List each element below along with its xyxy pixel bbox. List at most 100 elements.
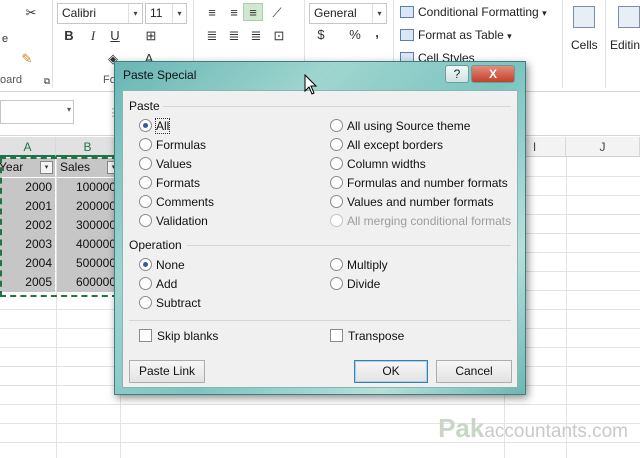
cell-sales[interactable]: 300000 [57,216,119,235]
operation-divide-label: Divide [347,277,381,291]
bold-button[interactable]: B [60,27,78,45]
currency-button[interactable]: $ [312,26,330,44]
column-header-a[interactable]: A [0,137,56,157]
name-box[interactable]: ▾ [0,100,74,124]
font-name-combo[interactable]: Calibri ▾ [57,3,143,24]
format-as-table-button[interactable]: Format as Table ▾ [400,28,512,42]
align-center-icon[interactable]: ≣ [225,27,243,45]
align-bottom-icon[interactable]: ≡ [243,3,263,21]
skip-blanks-checkbox[interactable]: Skip blanks [139,329,218,343]
align-right-icon[interactable]: ≣ [247,27,265,45]
number-format-value: General [314,6,357,20]
conditional-formatting-button[interactable]: Conditional Formatting ▾ [400,5,547,19]
cell-sales[interactable]: 500000 [57,254,119,273]
paste-all-source-theme-radio[interactable]: All using Source theme [330,119,470,133]
cell-year[interactable]: 2001 [0,197,55,216]
paste-values-number-formats-radio[interactable]: Values and number formats [330,195,494,209]
paste-all-source-theme-label: All using Source theme [347,119,471,133]
cancel-button[interactable]: Cancel [436,360,512,383]
editing-icon[interactable] [618,6,640,28]
align-middle-icon[interactable]: ≡ [225,4,243,22]
format-as-table-icon [400,29,414,41]
operation-add-radio[interactable]: Add [139,277,177,291]
operation-section-title: Operation [129,238,182,252]
paste-comments-radio[interactable]: Comments [139,195,214,209]
underline-button[interactable]: U [106,27,124,45]
chevron-down-icon[interactable]: ▾ [172,4,186,23]
paste-link-button[interactable]: Paste Link [129,360,205,383]
cell-sales[interactable]: 200000 [57,197,119,216]
editing-button-label[interactable]: Editing [610,38,640,52]
cell-sales[interactable]: 400000 [57,235,119,254]
help-button[interactable]: ? [445,65,469,83]
chevron-down-icon: ▾ [507,31,512,41]
paste-formulas-number-formats-radio[interactable]: Formulas and number formats [330,176,508,190]
paste-formulas-number-formats-label: Formulas and number formats [347,176,508,190]
transpose-checkbox[interactable]: Transpose [330,329,404,343]
comma-button[interactable]: , [368,24,386,42]
cell-year[interactable]: 2000 [0,178,55,197]
paste-special-dialog[interactable]: Paste Special ? X Paste All Formulas Val… [114,61,526,395]
number-format-combo[interactable]: General ▾ [309,3,387,24]
header-cell-year[interactable]: Year ▾ [0,158,55,177]
cells-button-label[interactable]: Cells [571,38,598,52]
orientation-icon[interactable]: ⟋ [268,4,286,22]
format-painter-icon[interactable]: ✎ [18,50,36,68]
paste-all-radio[interactable]: All [139,118,171,134]
align-left-icon[interactable]: ≣ [203,27,221,45]
paste-values-radio[interactable]: Values [139,157,192,171]
cell-sales[interactable]: 100000 [57,178,119,197]
merge-center-icon[interactable]: ⊡ [270,27,288,45]
format-as-table-label: Format as Table [418,28,504,42]
italic-button[interactable]: I [84,27,102,45]
paste-validation-radio[interactable]: Validation [139,214,208,228]
cells-icon[interactable] [573,6,595,28]
paste-formats-radio[interactable]: Formats [139,176,200,190]
column-header-b[interactable]: B [56,137,120,157]
clipboard-launcher-icon[interactable]: ⧉ [38,72,56,90]
percent-button[interactable]: % [346,26,364,44]
operation-subtract-label: Subtract [156,296,201,310]
watermark-domain: accountants.com [484,421,628,442]
close-button[interactable]: X [471,65,515,83]
radio-icon [139,176,152,189]
paste-formulas-radio[interactable]: Formulas [139,138,206,152]
borders-icon[interactable]: ⊞ [142,27,160,45]
chevron-down-icon[interactable]: ▾ [128,4,142,23]
filter-dropdown-icon[interactable]: ▾ [40,161,53,174]
chevron-down-icon: ▾ [542,8,547,18]
chevron-down-icon[interactable]: ▾ [67,105,71,114]
chevron-down-icon[interactable]: ▾ [372,4,386,23]
operation-add-label: Add [156,277,178,291]
paste-column-widths-label: Column widths [347,157,426,171]
clipboard-group-label: oard [0,74,23,86]
operation-multiply-radio[interactable]: Multiply [330,258,388,272]
copy-icon[interactable]: e [0,30,10,48]
operation-subtract-radio[interactable]: Subtract [139,296,201,310]
mouse-cursor-icon [304,74,318,95]
font-size-combo[interactable]: 11 ▾ [145,3,187,24]
paste-column-widths-radio[interactable]: Column widths [330,157,426,171]
cell-year[interactable]: 2004 [0,254,55,273]
ok-button[interactable]: OK [354,360,428,383]
radio-icon [139,277,152,290]
operation-none-radio[interactable]: None [139,258,185,272]
cell-year[interactable]: 2002 [0,216,55,235]
header-cell-sales[interactable]: Sales ▾ [57,158,120,177]
paste-validation-label: Validation [156,214,208,228]
cell-year[interactable]: 2003 [0,235,55,254]
paste-all-except-borders-radio[interactable]: All except borders [330,138,443,152]
cell-year[interactable]: 2005 [0,273,55,292]
radio-icon [330,119,343,132]
cut-icon[interactable]: ✂ [22,4,40,22]
cell-sales[interactable]: 600000 [57,273,119,292]
paste-all-merging-conditional-formats-radio: All merging conditional formats [330,214,511,228]
radio-icon [139,138,152,151]
checkbox-icon [330,329,343,342]
operation-divide-radio[interactable]: Divide [330,277,380,291]
radio-icon [330,214,343,227]
align-top-icon[interactable]: ≡ [203,4,221,22]
column-header-j[interactable]: J [566,137,640,157]
paste-values-label: Values [156,157,192,171]
radio-icon [330,176,343,189]
